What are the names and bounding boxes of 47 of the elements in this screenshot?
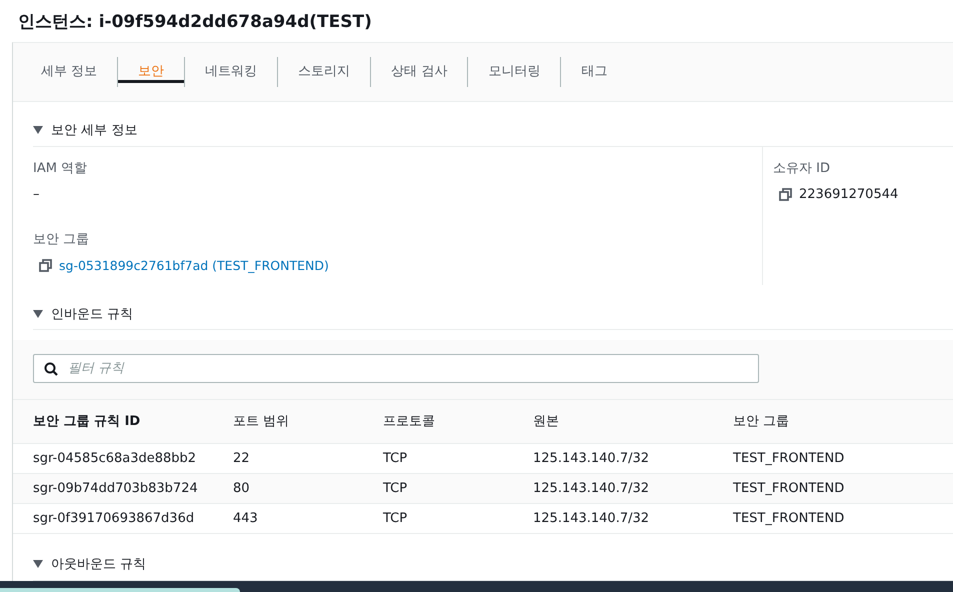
- table-cell: 125.143.140.7/32: [533, 451, 650, 466]
- field-label: IAM 역할: [33, 160, 88, 177]
- tab[interactable]: 네트워킹: [185, 62, 278, 82]
- table-cell: sgr-04585c68a3de88bb2: [33, 451, 196, 466]
- section-title: 인바운드 규칙: [51, 306, 134, 323]
- section-title: 보안 세부 정보: [51, 122, 138, 140]
- field-label: 소유자 ID: [773, 160, 831, 177]
- table-cell: sgr-0f39170693867d36d: [33, 511, 194, 526]
- column-header: 보안 그룹 규칙 ID: [33, 412, 142, 431]
- table-cell: 22: [233, 451, 250, 466]
- table-cell: 80: [233, 481, 250, 496]
- search-icon: [44, 362, 58, 376]
- caret-icon: [33, 310, 43, 318]
- filter-field[interactable]: 필터 규칙: [33, 354, 759, 384]
- column-header: 보안 그룹: [733, 412, 790, 431]
- scroll-thumb[interactable]: [0, 588, 240, 592]
- column-header: 포트 범위: [233, 412, 290, 431]
- tab[interactable]: 태그: [561, 62, 628, 82]
- copy-icon[interactable]: [39, 258, 52, 272]
- tab[interactable]: 스토리지: [278, 62, 370, 82]
- copy-icon[interactable]: [779, 188, 792, 201]
- table-cell: sgr-09b74dd703b83b724: [33, 481, 198, 496]
- table-cell: TEST_FRONTEND: [733, 511, 844, 526]
- table-cell: 125.143.140.7/32: [533, 511, 650, 526]
- tab[interactable]: 세부 정보: [21, 62, 118, 82]
- page-title: 인스턴스: i-09f594d2dd678a94d(TEST): [17, 11, 373, 34]
- table-cell: TEST_FRONTEND: [733, 481, 844, 496]
- caret-icon: [33, 560, 43, 568]
- field-value: 223691270544: [799, 186, 898, 202]
- filter-input[interactable]: 필터 규칙: [66, 360, 748, 378]
- section-header[interactable]: 보안 세부 정보: [33, 115, 953, 147]
- field-label: 보안 그룹: [33, 230, 90, 248]
- table-cell: 443: [233, 511, 258, 526]
- table-cell: TCP: [383, 511, 408, 526]
- section-header[interactable]: 인바운드 규칙: [33, 298, 953, 330]
- caret-icon: [33, 126, 43, 134]
- security-group-link[interactable]: sg-0531899c2761bf7ad (TEST_FRONTEND): [59, 258, 329, 273]
- column-header: 프로토콜: [383, 412, 436, 431]
- tab[interactable]: 모니터링: [468, 62, 560, 82]
- table-cell: TCP: [383, 481, 408, 496]
- field-value: –: [33, 186, 40, 202]
- table-cell: TEST_FRONTEND: [733, 451, 844, 466]
- column-header: 원본: [533, 412, 560, 431]
- table-cell: 125.143.140.7/32: [533, 481, 650, 496]
- table-cell: TCP: [383, 451, 408, 466]
- section-title: 아웃바운드 규칙: [51, 556, 146, 573]
- tab[interactable]: 상태 검사: [371, 62, 468, 82]
